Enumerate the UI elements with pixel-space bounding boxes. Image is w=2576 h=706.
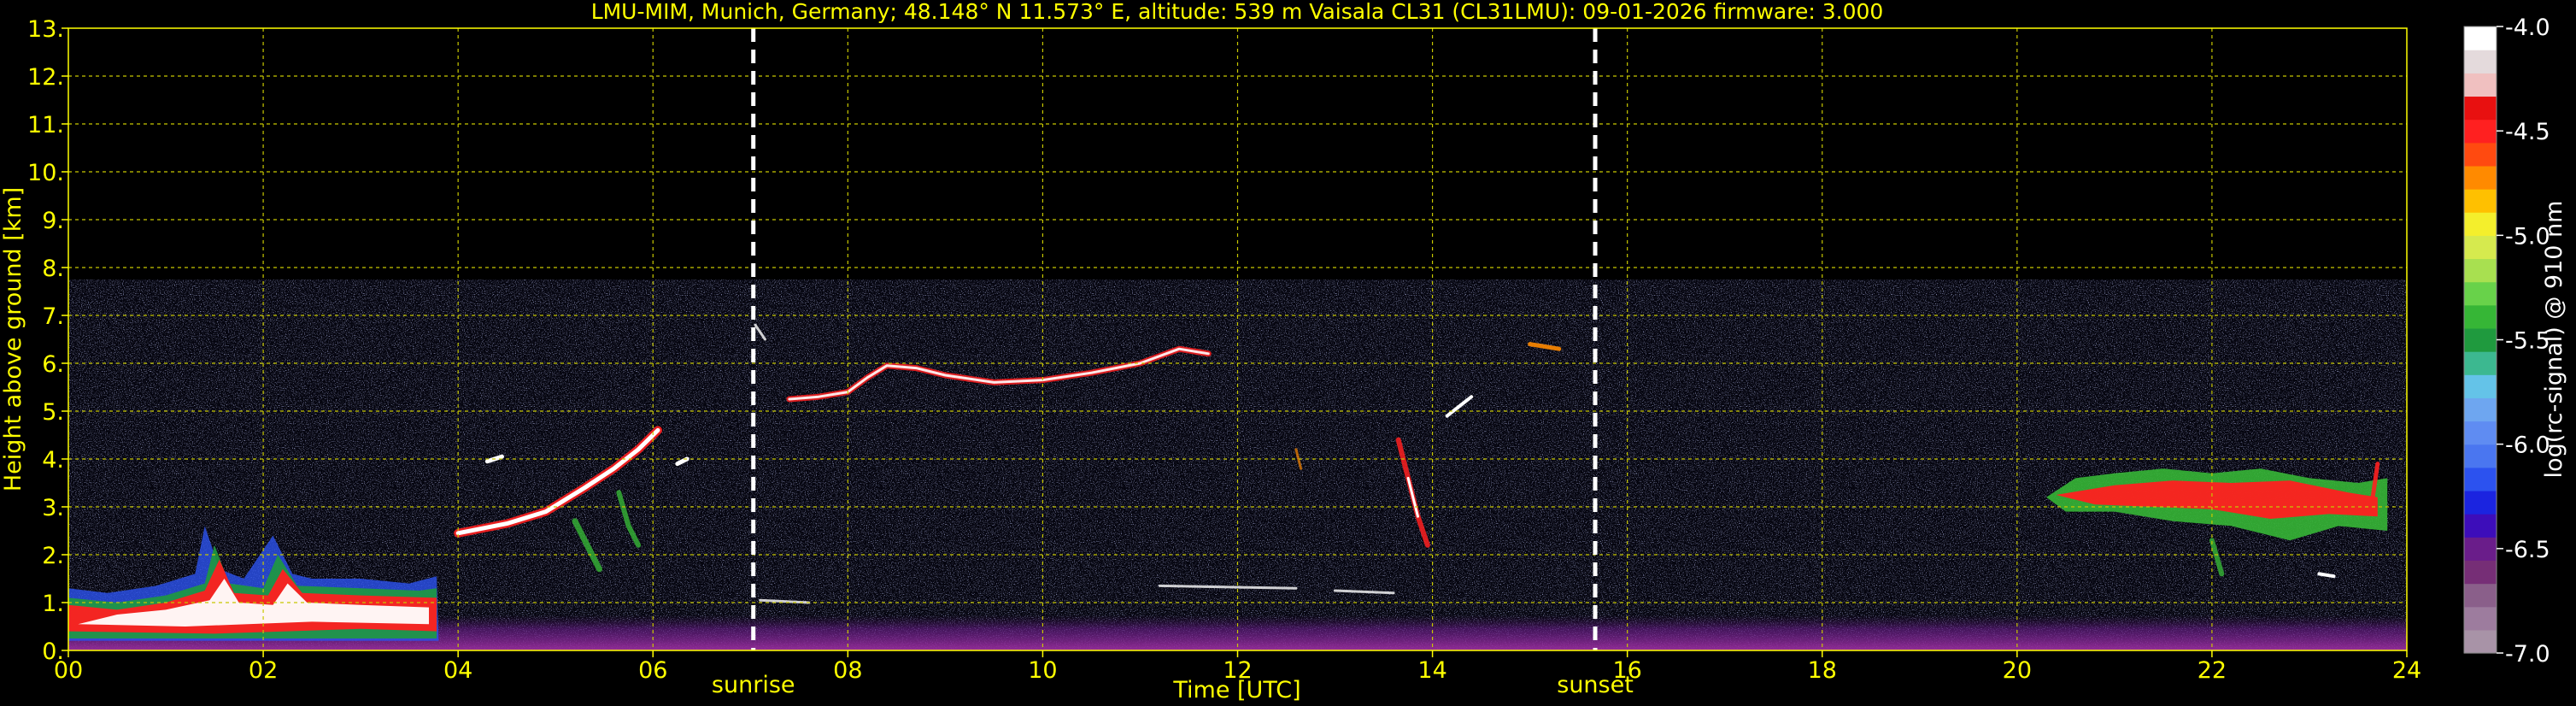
colorbar-tick-label: -7.0 bbox=[2505, 641, 2550, 668]
colorbar-segment bbox=[2464, 165, 2497, 190]
colorbar-segment bbox=[2464, 235, 2497, 260]
colorbar-segment bbox=[2464, 421, 2497, 445]
ceilometer-chart: 00 02 04 06 08 10 12 14 16 18 20 22 24 0.1.2.3.4.5.6… bbox=[0, 0, 2567, 703]
colorbar-segment bbox=[2464, 142, 2497, 167]
colorbar-segment bbox=[2464, 467, 2497, 491]
colorbar-segment bbox=[2464, 583, 2497, 608]
colorbar-segment bbox=[2464, 258, 2497, 283]
x-tick-label: 22 bbox=[2198, 657, 2227, 684]
y-tick-label: 10. bbox=[27, 160, 64, 186]
x-tick-label: 10 bbox=[1028, 657, 1057, 684]
colorbar-segment bbox=[2464, 397, 2497, 422]
colorbar-segment bbox=[2464, 212, 2497, 236]
colorbar-segment bbox=[2464, 26, 2497, 50]
colorbar-label: log(rc-signal) @ 910 nm bbox=[2541, 201, 2567, 479]
x-tick-label: 06 bbox=[638, 657, 667, 684]
y-tick-label: 1. bbox=[42, 591, 64, 617]
y-tick-label: 13. bbox=[27, 16, 64, 43]
colorbar-segment bbox=[2464, 560, 2497, 585]
colorbar-segment bbox=[2464, 327, 2497, 352]
colorbar-segment bbox=[2464, 444, 2497, 468]
y-tick-label: 7. bbox=[42, 303, 64, 330]
x-tick-label: 02 bbox=[249, 657, 278, 684]
colorbar-segment bbox=[2464, 374, 2497, 398]
colorbar-segment bbox=[2464, 189, 2497, 213]
colorbar-segment bbox=[2464, 351, 2497, 375]
y-tick-label: 0. bbox=[42, 638, 64, 665]
x-axis-label: Time [UTC] bbox=[1172, 677, 1300, 703]
small-cloud-3 bbox=[2317, 572, 2336, 579]
colorbar-segment bbox=[2464, 304, 2497, 329]
y-tick-label: 11. bbox=[27, 112, 64, 138]
y-tick-label: 2. bbox=[42, 543, 64, 569]
chart-title: LMU-MIM, Munich, Germany; 48.148° N 11.5… bbox=[591, 0, 1884, 24]
colorbar-segment bbox=[2464, 606, 2497, 631]
y-tick-label: 5. bbox=[42, 399, 64, 426]
x-tick-label: 04 bbox=[443, 657, 472, 684]
sunrise-label: sunrise bbox=[712, 672, 795, 698]
y-axis-ticks: 0. 1. 2. 3. 4. 5. 6. 7. 8. 9. 10. 11. 12. 13. bbox=[27, 16, 68, 665]
colorbar-segment bbox=[2464, 96, 2497, 121]
colorbar-segment bbox=[2464, 73, 2497, 97]
y-tick-label: 8. bbox=[42, 256, 64, 282]
colorbar-segment bbox=[2464, 50, 2497, 74]
y-tick-label: 4. bbox=[42, 447, 64, 474]
colorbar-segment bbox=[2464, 629, 2497, 654]
colorbar-segment bbox=[2464, 119, 2497, 144]
colorbar-tick-label: -4.5 bbox=[2505, 119, 2550, 145]
colorbar-segment bbox=[2464, 514, 2497, 538]
y-axis-label: Height above ground [km] bbox=[0, 187, 26, 491]
colorbar-tick-label: -4.0 bbox=[2505, 15, 2550, 41]
colorbar-tick-label: -6.5 bbox=[2505, 537, 2550, 563]
y-tick-label: 3. bbox=[42, 495, 64, 521]
y-tick-label: 9. bbox=[42, 208, 64, 234]
colorbar bbox=[2463, 26, 2497, 654]
colorbar-segment bbox=[2464, 490, 2497, 515]
x-tick-label: 08 bbox=[833, 657, 862, 684]
y-tick-label: 6. bbox=[42, 351, 64, 378]
y-tick-label: 12. bbox=[27, 64, 64, 91]
x-tick-label: 20 bbox=[2003, 657, 2032, 684]
x-tick-label: 18 bbox=[1808, 657, 1837, 684]
x-tick-label: 24 bbox=[2392, 657, 2421, 684]
x-tick-label: 14 bbox=[1417, 657, 1446, 684]
colorbar-segment bbox=[2464, 281, 2497, 306]
sunset-label: sunset bbox=[1557, 672, 1634, 698]
colorbar-segment bbox=[2464, 537, 2497, 562]
